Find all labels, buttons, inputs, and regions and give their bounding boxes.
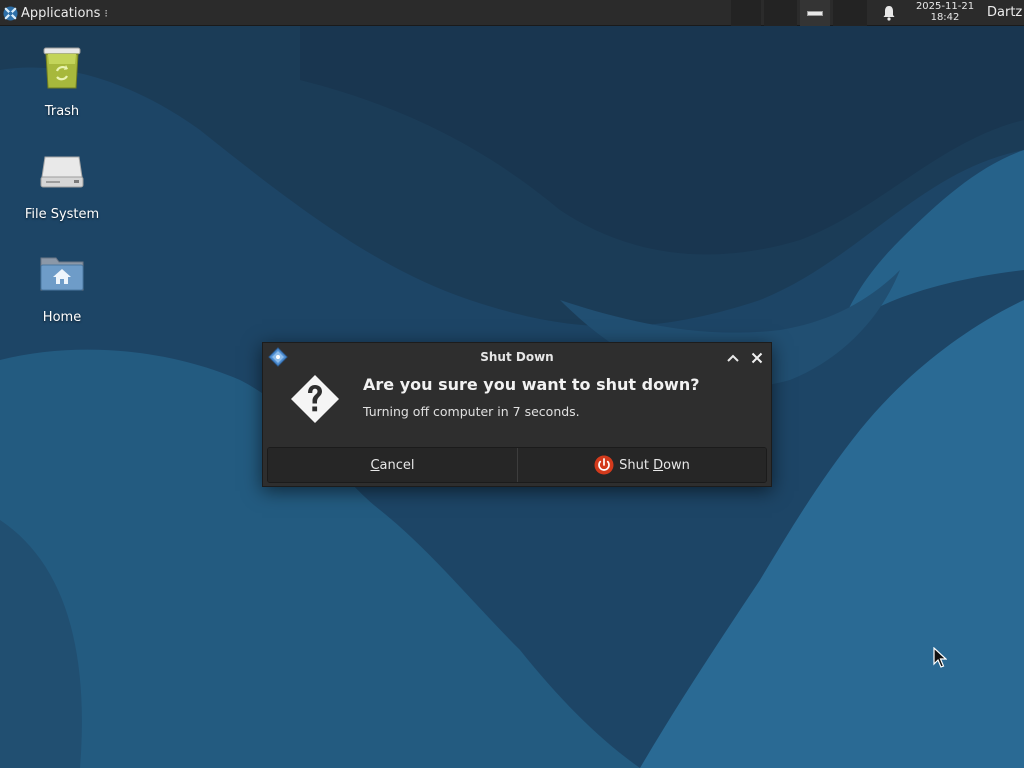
shut-down-mnemonic: D [653, 457, 664, 473]
drive-icon [40, 156, 84, 188]
desktop-icon-label: File System [24, 207, 100, 222]
cancel-button[interactable]: Cancel [268, 448, 517, 482]
panel-window-slot [764, 0, 797, 26]
desktop: Applications ⁝ 2025-11-21 18:42 Dartz Tr… [0, 0, 1024, 768]
desktop-icon-file-system[interactable]: File System [12, 147, 112, 222]
dialog-heading: Are you sure you want to shut down? [363, 375, 700, 394]
workspace-indicator [807, 10, 823, 16]
shut-down-label-before: Shut [619, 457, 654, 473]
desktop-icon-label: Home [42, 310, 82, 325]
panel-separator-handle[interactable]: ⁝ [104, 7, 108, 20]
clock-date: 2025-11-21 [915, 1, 975, 12]
shut-down-label-rest: own [663, 457, 690, 473]
dialog-title: Shut Down [480, 350, 554, 364]
question-icon [291, 375, 339, 423]
desktop-icon-label: Trash [44, 104, 80, 119]
panel-clock[interactable]: 2025-11-21 18:42 [906, 1, 984, 25]
trash-icon [43, 47, 81, 89]
power-icon [594, 455, 614, 475]
panel-window-slot [731, 0, 761, 26]
applications-label: Applications [21, 5, 101, 21]
home-folder-icon [40, 257, 84, 291]
clock-time: 18:42 [930, 12, 960, 23]
panel-window-slot [833, 0, 867, 26]
top-panel: Applications ⁝ 2025-11-21 18:42 Dartz [0, 0, 1024, 26]
dialog-countdown-message: Turning off computer in 7 seconds. [363, 404, 580, 419]
desktop-icon-home[interactable]: Home [12, 250, 112, 325]
notification-bell-icon[interactable] [879, 4, 899, 22]
shut-down-button[interactable]: Shut Down [517, 448, 766, 482]
mouse-pointer-icon [933, 647, 947, 668]
workspace-switcher[interactable] [800, 0, 830, 26]
desktop-icon-trash[interactable]: Trash [12, 44, 112, 119]
dialog-button-row: Cancel Shut Down [267, 447, 767, 483]
xfce-logo-icon [3, 5, 18, 21]
shutdown-dialog: Shut Down Are you sure you want to shut … [262, 342, 772, 487]
cancel-mnemonic: C [370, 457, 380, 473]
dialog-titlebar[interactable]: Shut Down [263, 343, 771, 371]
shade-window-icon[interactable] [725, 350, 741, 366]
user-menu[interactable]: Dartz [987, 0, 1022, 26]
close-icon[interactable] [749, 350, 765, 366]
cancel-label-rest: ancel [379, 457, 415, 473]
applications-menu-button[interactable]: Applications ⁝ [0, 0, 112, 26]
